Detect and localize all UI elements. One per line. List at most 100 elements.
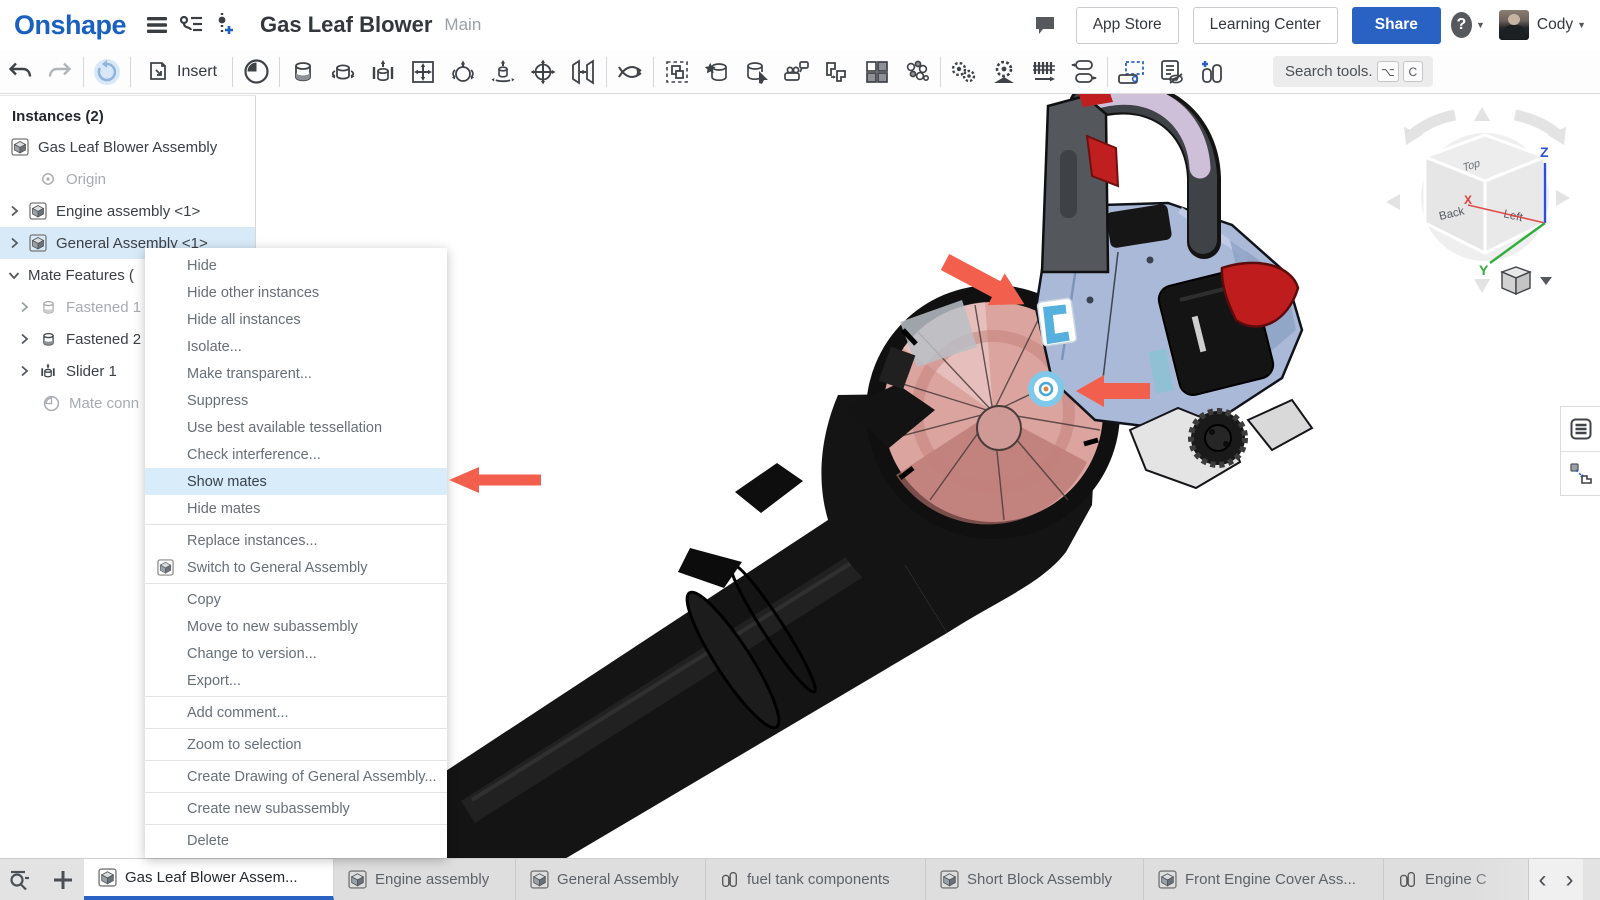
fastened-mate-symbol[interactable] <box>1037 298 1077 346</box>
create-part-studio-icon[interactable] <box>1191 53 1231 91</box>
context-menu: Hide Hide other instances Hide all insta… <box>145 248 447 858</box>
parallel-mate-icon[interactable] <box>563 53 603 91</box>
menu-item-label: Add comment... <box>187 705 289 721</box>
belt-relation-icon[interactable] <box>1064 53 1104 91</box>
menu-item-show-mates[interactable]: Show mates <box>145 468 447 495</box>
menu-item-copy[interactable]: Copy <box>145 586 447 613</box>
planar-mate-icon[interactable] <box>403 53 443 91</box>
hamburger-menu-icon[interactable] <box>140 8 174 42</box>
search-tools-input[interactable] <box>1285 63 1373 80</box>
update-sync-icon[interactable] <box>87 53 127 91</box>
rack-relation-icon[interactable] <box>1024 53 1064 91</box>
onshape-logo[interactable]: Onshape <box>14 10 126 41</box>
replicate-icon[interactable] <box>817 53 857 91</box>
mate-connector-tool-icon[interactable] <box>236 53 276 91</box>
bom-flyout-button[interactable] <box>1561 407 1600 451</box>
mate-connector-symbol[interactable] <box>1031 374 1061 404</box>
redo-button[interactable] <box>40 53 80 91</box>
tab-gas-leaf-blower-assembly[interactable]: Gas Leaf Blower Assem... <box>84 859 334 900</box>
group-tool-icon[interactable] <box>657 53 697 91</box>
named-positions-icon[interactable] <box>777 53 817 91</box>
tree-row-root-assembly[interactable]: Gas Leaf Blower Assembly <box>0 131 255 163</box>
menu-item-change-to-version[interactable]: Change to version... <box>145 640 447 667</box>
ball-mate-icon[interactable] <box>443 53 483 91</box>
menu-item-add-comment[interactable]: Add comment... <box>145 699 447 726</box>
versions-icon[interactable] <box>174 8 208 42</box>
search-tabs-button[interactable] <box>0 859 42 900</box>
menu-item-move-to-new-subassembly[interactable]: Move to new subassembly <box>145 613 447 640</box>
help-caret-icon: ▼ <box>1476 20 1485 30</box>
new-tab-button[interactable] <box>42 859 84 900</box>
tab-fuel-tank-components[interactable]: fuel tank components <box>706 859 926 900</box>
menu-item-create-drawing[interactable]: Create Drawing of General Assembly... <box>145 763 447 790</box>
tab-short-block-assembly[interactable]: Short Block Assembly <box>926 859 1144 900</box>
gear-rack-relation-icon[interactable] <box>984 53 1024 91</box>
tab-general-assembly[interactable]: General Assembly <box>516 859 706 900</box>
menu-item-replace-instances[interactable]: Replace instances... <box>145 527 447 554</box>
gear-relation-icon[interactable] <box>944 53 984 91</box>
menu-item-export[interactable]: Export... <box>145 667 447 694</box>
menu-item-make-transparent[interactable]: Make transparent... <box>145 360 447 387</box>
tab-scroll-nav: ‹ › <box>1529 859 1583 900</box>
menu-item-switch-to-general-assembly[interactable]: Switch to General Assembly <box>145 554 447 581</box>
menu-item-suppress[interactable]: Suppress <box>145 387 447 414</box>
pattern-tool-icon[interactable] <box>857 53 897 91</box>
menu-item-label: Create new subassembly <box>187 801 350 817</box>
menu-item-check-interference[interactable]: Check interference... <box>145 441 447 468</box>
tab-engine-c[interactable]: Engine C <box>1384 859 1529 900</box>
bom-table-icon[interactable] <box>1151 53 1191 91</box>
fastened-mate-icon <box>38 297 58 317</box>
learning-center-button[interactable]: Learning Center <box>1193 7 1338 44</box>
undo-button[interactable] <box>0 53 40 91</box>
share-button[interactable]: Share <box>1352 7 1441 44</box>
menu-item-hide[interactable]: Hide <box>145 252 447 279</box>
menu-item-delete[interactable]: Delete <box>145 827 447 854</box>
app-store-button[interactable]: App Store <box>1076 7 1179 44</box>
user-avatar[interactable] <box>1499 10 1529 40</box>
search-tools-box[interactable]: ⌥ C <box>1273 56 1433 87</box>
view-mode-button[interactable] <box>1500 267 1552 296</box>
chevron-right-icon[interactable] <box>6 235 22 251</box>
assembly-icon <box>28 201 48 221</box>
tab-engine-assembly[interactable]: Engine assembly <box>334 859 516 900</box>
comment-icon[interactable] <box>1028 8 1062 42</box>
implicit-mate-connector-icon[interactable] <box>697 53 737 91</box>
menu-item-label: Replace instances... <box>187 533 318 549</box>
insert-version-icon[interactable] <box>208 8 242 42</box>
menu-item-create-new-subassembly[interactable]: Create new subassembly <box>145 795 447 822</box>
pin-slot-mate-icon[interactable] <box>523 53 563 91</box>
menu-item-hide-all-instances[interactable]: Hide all instances <box>145 306 447 333</box>
configurations-flyout-button[interactable] <box>1561 451 1600 495</box>
chevron-right-icon[interactable] <box>6 203 22 219</box>
chevron-right-icon[interactable] <box>16 299 32 315</box>
view-mode-caret-icon <box>1540 277 1552 285</box>
menu-item-use-best-tessellation[interactable]: Use best available tessellation <box>145 414 447 441</box>
insert-button[interactable]: Insert <box>134 53 229 91</box>
tree-row-origin[interactable]: Origin <box>0 163 255 195</box>
help-menu[interactable]: ? ▼ <box>1451 8 1485 42</box>
tab-scroll-left-icon[interactable]: ‹ <box>1539 868 1547 892</box>
chevron-right-icon[interactable] <box>16 331 32 347</box>
edit-mates-icon[interactable] <box>737 53 777 91</box>
menu-item-hide-mates[interactable]: Hide mates <box>145 495 447 522</box>
tree-row-label: Engine assembly <1> <box>56 203 200 220</box>
cylindrical-mate-icon[interactable] <box>483 53 523 91</box>
menu-item-zoom-to-selection[interactable]: Zoom to selection <box>145 731 447 758</box>
tree-row-engine-assembly[interactable]: Engine assembly <1> <box>0 195 255 227</box>
fastened-mate-icon[interactable] <box>283 53 323 91</box>
revolute-mate-icon[interactable] <box>323 53 363 91</box>
user-name[interactable]: Cody <box>1537 16 1573 34</box>
chevron-right-icon[interactable] <box>16 363 32 379</box>
chevron-down-icon[interactable] <box>6 267 22 283</box>
document-tab-bar: Gas Leaf Blower Assem... Engine assembly… <box>0 858 1600 900</box>
assembly-sketch-icon[interactable] <box>1111 53 1151 91</box>
tab-front-engine-cover-assembly[interactable]: Front Engine Cover Ass... <box>1144 859 1384 900</box>
exploded-view-icon[interactable] <box>897 53 937 91</box>
menu-item-hide-other-instances[interactable]: Hide other instances <box>145 279 447 306</box>
workspace-name[interactable]: Main <box>444 15 481 35</box>
menu-item-isolate[interactable]: Isolate... <box>145 333 447 360</box>
tab-scroll-right-icon[interactable]: › <box>1566 868 1574 892</box>
slider-mate-icon[interactable] <box>363 53 403 91</box>
tangent-mate-icon[interactable] <box>610 53 650 91</box>
view-cube[interactable]: Top Back Left Z X Y <box>1360 105 1575 300</box>
